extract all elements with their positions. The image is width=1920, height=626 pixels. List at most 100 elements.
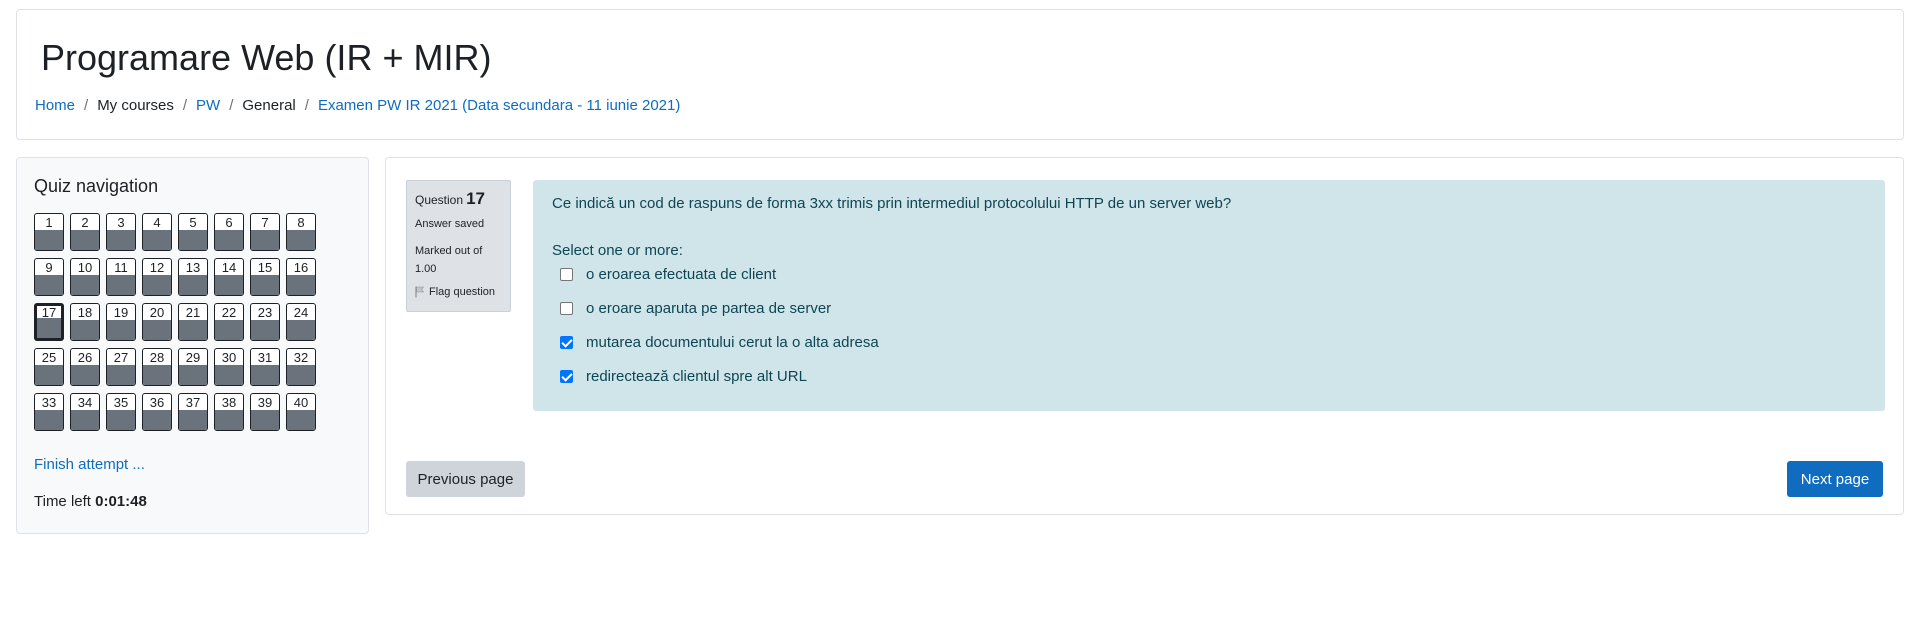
answer-option[interactable]: o eroare aparuta pe partea de server: [560, 300, 831, 317]
quiz-nav-button-number: 22: [221, 305, 237, 320]
quiz-nav-button-22[interactable]: 22: [214, 303, 244, 341]
answer-checkbox[interactable]: [560, 268, 573, 281]
quiz-nav-button-34[interactable]: 34: [70, 393, 100, 431]
quiz-nav-button-5[interactable]: 5: [178, 213, 208, 251]
quiz-nav-button-14[interactable]: 14: [214, 258, 244, 296]
quiz-main-region: Question 17 Answer saved Marked out of 1…: [385, 157, 1904, 515]
quiz-nav-button-number: 10: [77, 260, 93, 275]
quiz-nav-button-29[interactable]: 29: [178, 348, 208, 386]
flag-question-button[interactable]: Flag question: [415, 286, 502, 298]
quiz-nav-button-17[interactable]: 17: [34, 303, 64, 341]
time-left-label: Time left: [34, 493, 91, 510]
quiz-nav-button-35[interactable]: 35: [106, 393, 136, 431]
quiz-nav-button-number: 8: [297, 215, 305, 230]
answered-indicator: [179, 365, 207, 385]
breadcrumb-course[interactable]: PW: [196, 97, 220, 114]
quiz-nav-button-12[interactable]: 12: [142, 258, 172, 296]
quiz-nav-button-11[interactable]: 11: [106, 258, 136, 296]
quiz-nav-button-30[interactable]: 30: [214, 348, 244, 386]
quiz-nav-button-number: 16: [293, 260, 309, 275]
quiz-nav-button-27[interactable]: 27: [106, 348, 136, 386]
answered-indicator: [287, 320, 315, 340]
answer-label: mutarea documentului cerut la o alta adr…: [586, 334, 879, 351]
answered-indicator: [71, 410, 99, 430]
quiz-nav-button-20[interactable]: 20: [142, 303, 172, 341]
breadcrumb-quiz[interactable]: Examen PW IR 2021 (Data secundara - 11 i…: [318, 97, 680, 114]
answer-option[interactable]: mutarea documentului cerut la o alta adr…: [560, 334, 879, 351]
quiz-nav-button-9[interactable]: 9: [34, 258, 64, 296]
answered-indicator: [35, 230, 63, 250]
answer-checkbox[interactable]: [560, 336, 573, 349]
page-header: Programare Web (IR + MIR) Home / My cour…: [16, 9, 1904, 140]
quiz-nav-button-13[interactable]: 13: [178, 258, 208, 296]
quiz-nav-button-21[interactable]: 21: [178, 303, 208, 341]
quiz-nav-button-19[interactable]: 19: [106, 303, 136, 341]
page-title: Programare Web (IR + MIR): [41, 37, 492, 78]
quiz-nav-button-7[interactable]: 7: [250, 213, 280, 251]
quiz-nav-button-number: 37: [185, 395, 201, 410]
quiz-nav-button-number: 28: [149, 350, 165, 365]
quiz-nav-button-3[interactable]: 3: [106, 213, 136, 251]
answered-indicator: [251, 410, 279, 430]
quiz-nav-button-38[interactable]: 38: [214, 393, 244, 431]
finish-attempt-link[interactable]: Finish attempt ...: [34, 456, 145, 473]
quiz-nav-button-26[interactable]: 26: [70, 348, 100, 386]
quiz-nav-button-number: 23: [257, 305, 273, 320]
breadcrumb-separator: /: [229, 97, 234, 114]
next-page-button[interactable]: Next page: [1787, 461, 1883, 497]
quiz-nav-button-36[interactable]: 36: [142, 393, 172, 431]
answered-indicator: [35, 410, 63, 430]
quiz-nav-button-number: 6: [225, 215, 233, 230]
quiz-nav-button-number: 2: [81, 215, 89, 230]
time-left-value: 0:01:48: [95, 493, 147, 510]
answered-indicator: [215, 365, 243, 385]
answered-indicator: [287, 365, 315, 385]
quiz-nav-button-16[interactable]: 16: [286, 258, 316, 296]
quiz-nav-button-23[interactable]: 23: [250, 303, 280, 341]
quiz-nav-button-32[interactable]: 32: [286, 348, 316, 386]
quiz-nav-button-8[interactable]: 8: [286, 213, 316, 251]
quiz-nav-button-33[interactable]: 33: [34, 393, 64, 431]
quiz-nav-button-number: 20: [149, 305, 165, 320]
quiz-nav-button-1[interactable]: 1: [34, 213, 64, 251]
quiz-nav-button-24[interactable]: 24: [286, 303, 316, 341]
quiz-nav-button-31[interactable]: 31: [250, 348, 280, 386]
answer-option[interactable]: o eroarea efectuata de client: [560, 266, 776, 283]
answer-checkbox[interactable]: [560, 302, 573, 315]
quiz-nav-button-number: 18: [77, 305, 93, 320]
quiz-nav-button-2[interactable]: 2: [70, 213, 100, 251]
breadcrumb-separator: /: [304, 97, 309, 114]
quiz-nav-button-number: 1: [45, 215, 53, 230]
quiz-nav-button-37[interactable]: 37: [178, 393, 208, 431]
answered-indicator: [107, 275, 135, 295]
answered-indicator: [215, 275, 243, 295]
quiz-nav-button-number: 24: [293, 305, 309, 320]
quiz-nav-button-25[interactable]: 25: [34, 348, 64, 386]
answer-checkbox[interactable]: [560, 370, 573, 383]
quiz-nav-button-number: 19: [113, 305, 129, 320]
breadcrumb-home[interactable]: Home: [35, 97, 75, 114]
quiz-nav-button-39[interactable]: 39: [250, 393, 280, 431]
quiz-nav-button-18[interactable]: 18: [70, 303, 100, 341]
quiz-nav-button-number: 13: [185, 260, 201, 275]
quiz-nav-button-4[interactable]: 4: [142, 213, 172, 251]
answer-label: redirectează clientul spre alt URL: [586, 368, 807, 385]
quiz-nav-button-40[interactable]: 40: [286, 393, 316, 431]
answer-option[interactable]: redirectează clientul spre alt URL: [560, 368, 807, 385]
breadcrumb: Home / My courses / PW / General / Exame…: [35, 97, 680, 114]
quiz-nav-button-number: 9: [45, 260, 53, 275]
quiz-nav-button-6[interactable]: 6: [214, 213, 244, 251]
quiz-nav-button-number: 12: [149, 260, 165, 275]
quiz-nav-button-number: 27: [113, 350, 129, 365]
answered-indicator: [287, 230, 315, 250]
quiz-nav-button-28[interactable]: 28: [142, 348, 172, 386]
answered-indicator: [143, 320, 171, 340]
answered-indicator: [179, 230, 207, 250]
breadcrumb-separator: /: [84, 97, 89, 114]
breadcrumb-my-courses: My courses: [97, 97, 174, 114]
answered-indicator: [287, 275, 315, 295]
quiz-nav-button-15[interactable]: 15: [250, 258, 280, 296]
quiz-nav-button-10[interactable]: 10: [70, 258, 100, 296]
previous-page-button[interactable]: Previous page: [406, 461, 525, 497]
answered-indicator: [287, 410, 315, 430]
